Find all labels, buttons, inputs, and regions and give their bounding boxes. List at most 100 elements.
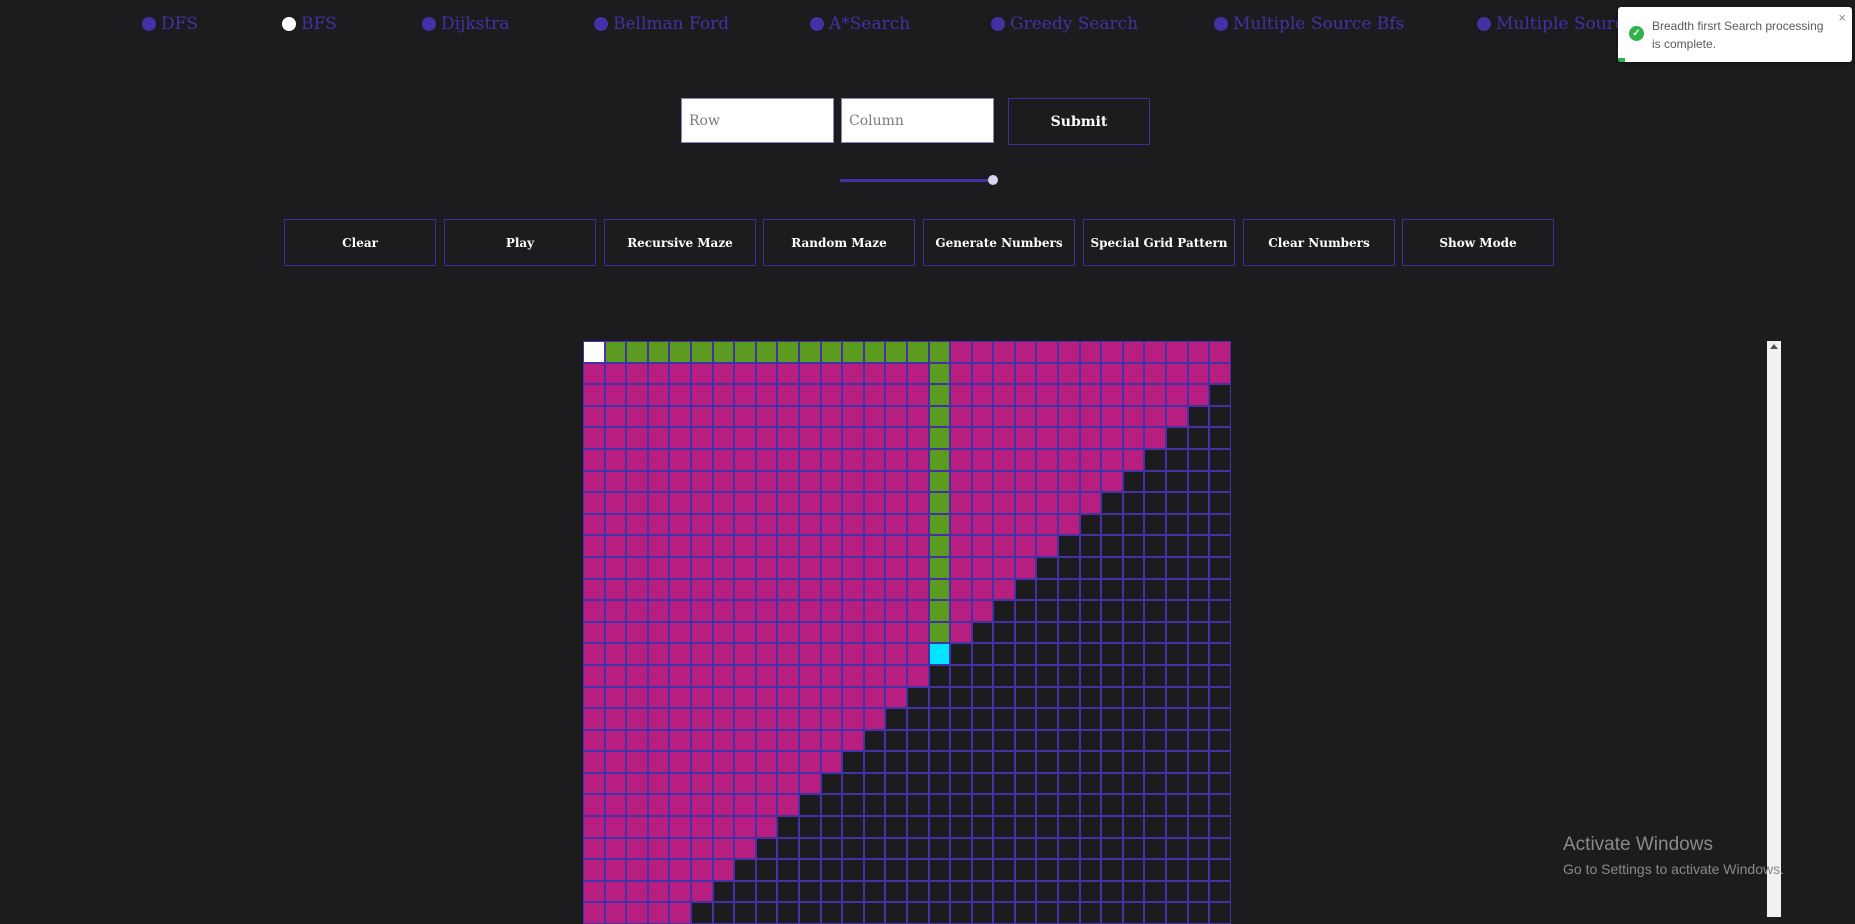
visited-cell[interactable]	[626, 535, 648, 557]
visited-cell[interactable]	[647, 362, 670, 385]
visited-cell[interactable]	[583, 643, 605, 665]
visited-cell[interactable]	[971, 405, 994, 428]
grid-cell[interactable]	[1209, 751, 1231, 773]
visited-cell[interactable]	[842, 621, 864, 644]
visited-cell[interactable]	[971, 341, 994, 363]
visited-cell[interactable]	[1101, 427, 1123, 449]
grid-cell[interactable]	[928, 729, 951, 752]
visited-cell[interactable]	[798, 470, 821, 493]
grid-cell[interactable]	[906, 751, 929, 773]
grid-cell[interactable]	[1058, 643, 1080, 665]
grid-cell[interactable]	[1166, 513, 1188, 536]
grid-cell[interactable]	[690, 902, 713, 924]
visited-cell[interactable]	[885, 470, 907, 493]
visited-cell[interactable]	[1036, 492, 1059, 514]
visited-cell[interactable]	[1079, 384, 1102, 406]
grid-cell[interactable]	[1209, 535, 1231, 557]
visited-cell[interactable]	[1187, 341, 1210, 363]
grid-cell[interactable]	[1079, 708, 1102, 730]
visited-cell[interactable]	[842, 600, 864, 622]
visited-cell[interactable]	[669, 708, 691, 730]
vertical-scrollbar[interactable]	[1767, 341, 1781, 917]
grid-cell[interactable]	[950, 686, 972, 709]
grid-cell[interactable]	[1101, 643, 1123, 665]
visited-cell[interactable]	[604, 837, 627, 860]
grid-cell[interactable]	[1187, 643, 1210, 665]
visited-cell[interactable]	[971, 427, 994, 449]
visited-cell[interactable]	[690, 880, 713, 903]
grid-cell[interactable]	[1209, 859, 1231, 881]
visited-cell[interactable]	[690, 686, 713, 709]
grid-cell[interactable]	[1166, 880, 1188, 903]
random-maze-button[interactable]: Random Maze	[763, 219, 915, 266]
visited-cell[interactable]	[1058, 492, 1080, 514]
visited-cell[interactable]	[993, 384, 1015, 406]
visited-cell[interactable]	[647, 772, 670, 795]
visited-cell[interactable]	[583, 902, 605, 924]
visited-cell[interactable]	[820, 621, 843, 644]
grid-cell[interactable]	[1122, 535, 1145, 557]
grid-cell[interactable]	[863, 751, 886, 773]
grid-cell[interactable]	[842, 751, 864, 773]
visited-cell[interactable]	[993, 470, 1015, 493]
visited-cell[interactable]	[971, 448, 994, 471]
visited-cell[interactable]	[734, 729, 756, 752]
grid-cell[interactable]	[1187, 816, 1210, 838]
visited-cell[interactable]	[971, 492, 994, 514]
visited-cell[interactable]	[647, 578, 670, 601]
visited-cell[interactable]	[863, 448, 886, 471]
visited-cell[interactable]	[712, 535, 735, 557]
grid-cell[interactable]	[1101, 556, 1123, 579]
visited-cell[interactable]	[583, 816, 605, 838]
visited-cell[interactable]	[777, 664, 799, 687]
grid-cell[interactable]	[1209, 405, 1231, 428]
visited-cell[interactable]	[669, 578, 691, 601]
grid-cell[interactable]	[1187, 837, 1210, 860]
visited-cell[interactable]	[993, 578, 1015, 601]
visited-cell[interactable]	[734, 621, 756, 644]
visited-cell[interactable]	[690, 448, 713, 471]
visited-cell[interactable]	[820, 664, 843, 687]
grid-cell[interactable]	[1036, 859, 1059, 881]
grid-cell[interactable]	[928, 772, 951, 795]
visited-cell[interactable]	[583, 578, 605, 601]
visited-cell[interactable]	[1058, 427, 1080, 449]
visited-cell[interactable]	[669, 513, 691, 536]
grid-cell[interactable]	[950, 751, 972, 773]
grid-cell[interactable]	[1187, 664, 1210, 687]
visited-cell[interactable]	[798, 362, 821, 385]
grid-cell[interactable]	[863, 880, 886, 903]
visited-cell[interactable]	[863, 686, 886, 709]
visited-cell[interactable]	[777, 513, 799, 536]
visited-cell[interactable]	[798, 513, 821, 536]
grid-cell[interactable]	[1209, 448, 1231, 471]
grid-cell[interactable]	[993, 837, 1015, 860]
visited-cell[interactable]	[820, 427, 843, 449]
visited-cell[interactable]	[950, 556, 972, 579]
grid-cell[interactable]	[1014, 837, 1037, 860]
grid-cell[interactable]	[993, 686, 1015, 709]
visited-cell[interactable]	[647, 405, 670, 428]
visited-cell[interactable]	[993, 513, 1015, 536]
grid-cell[interactable]	[1058, 902, 1080, 924]
visited-cell[interactable]	[734, 664, 756, 687]
grid-cell[interactable]	[1014, 859, 1037, 881]
visited-cell[interactable]	[604, 902, 627, 924]
visited-cell[interactable]	[669, 859, 691, 881]
grid-cell[interactable]	[1144, 794, 1167, 817]
grid-cell[interactable]	[993, 859, 1015, 881]
grid-cell[interactable]	[971, 816, 994, 838]
visited-cell[interactable]	[993, 448, 1015, 471]
visited-cell[interactable]	[863, 362, 886, 385]
visited-cell[interactable]	[798, 751, 821, 773]
visited-cell[interactable]	[604, 751, 627, 773]
visited-cell[interactable]	[1101, 405, 1123, 428]
algo-option-dijkstra[interactable]: Dijkstra	[422, 13, 509, 35]
grid-cell[interactable]	[1187, 686, 1210, 709]
visited-cell[interactable]	[863, 664, 886, 687]
path-cell[interactable]	[798, 341, 821, 363]
grid-cell[interactable]	[928, 664, 951, 687]
path-cell[interactable]	[928, 556, 951, 579]
visited-cell[interactable]	[777, 643, 799, 665]
path-cell[interactable]	[647, 341, 670, 363]
